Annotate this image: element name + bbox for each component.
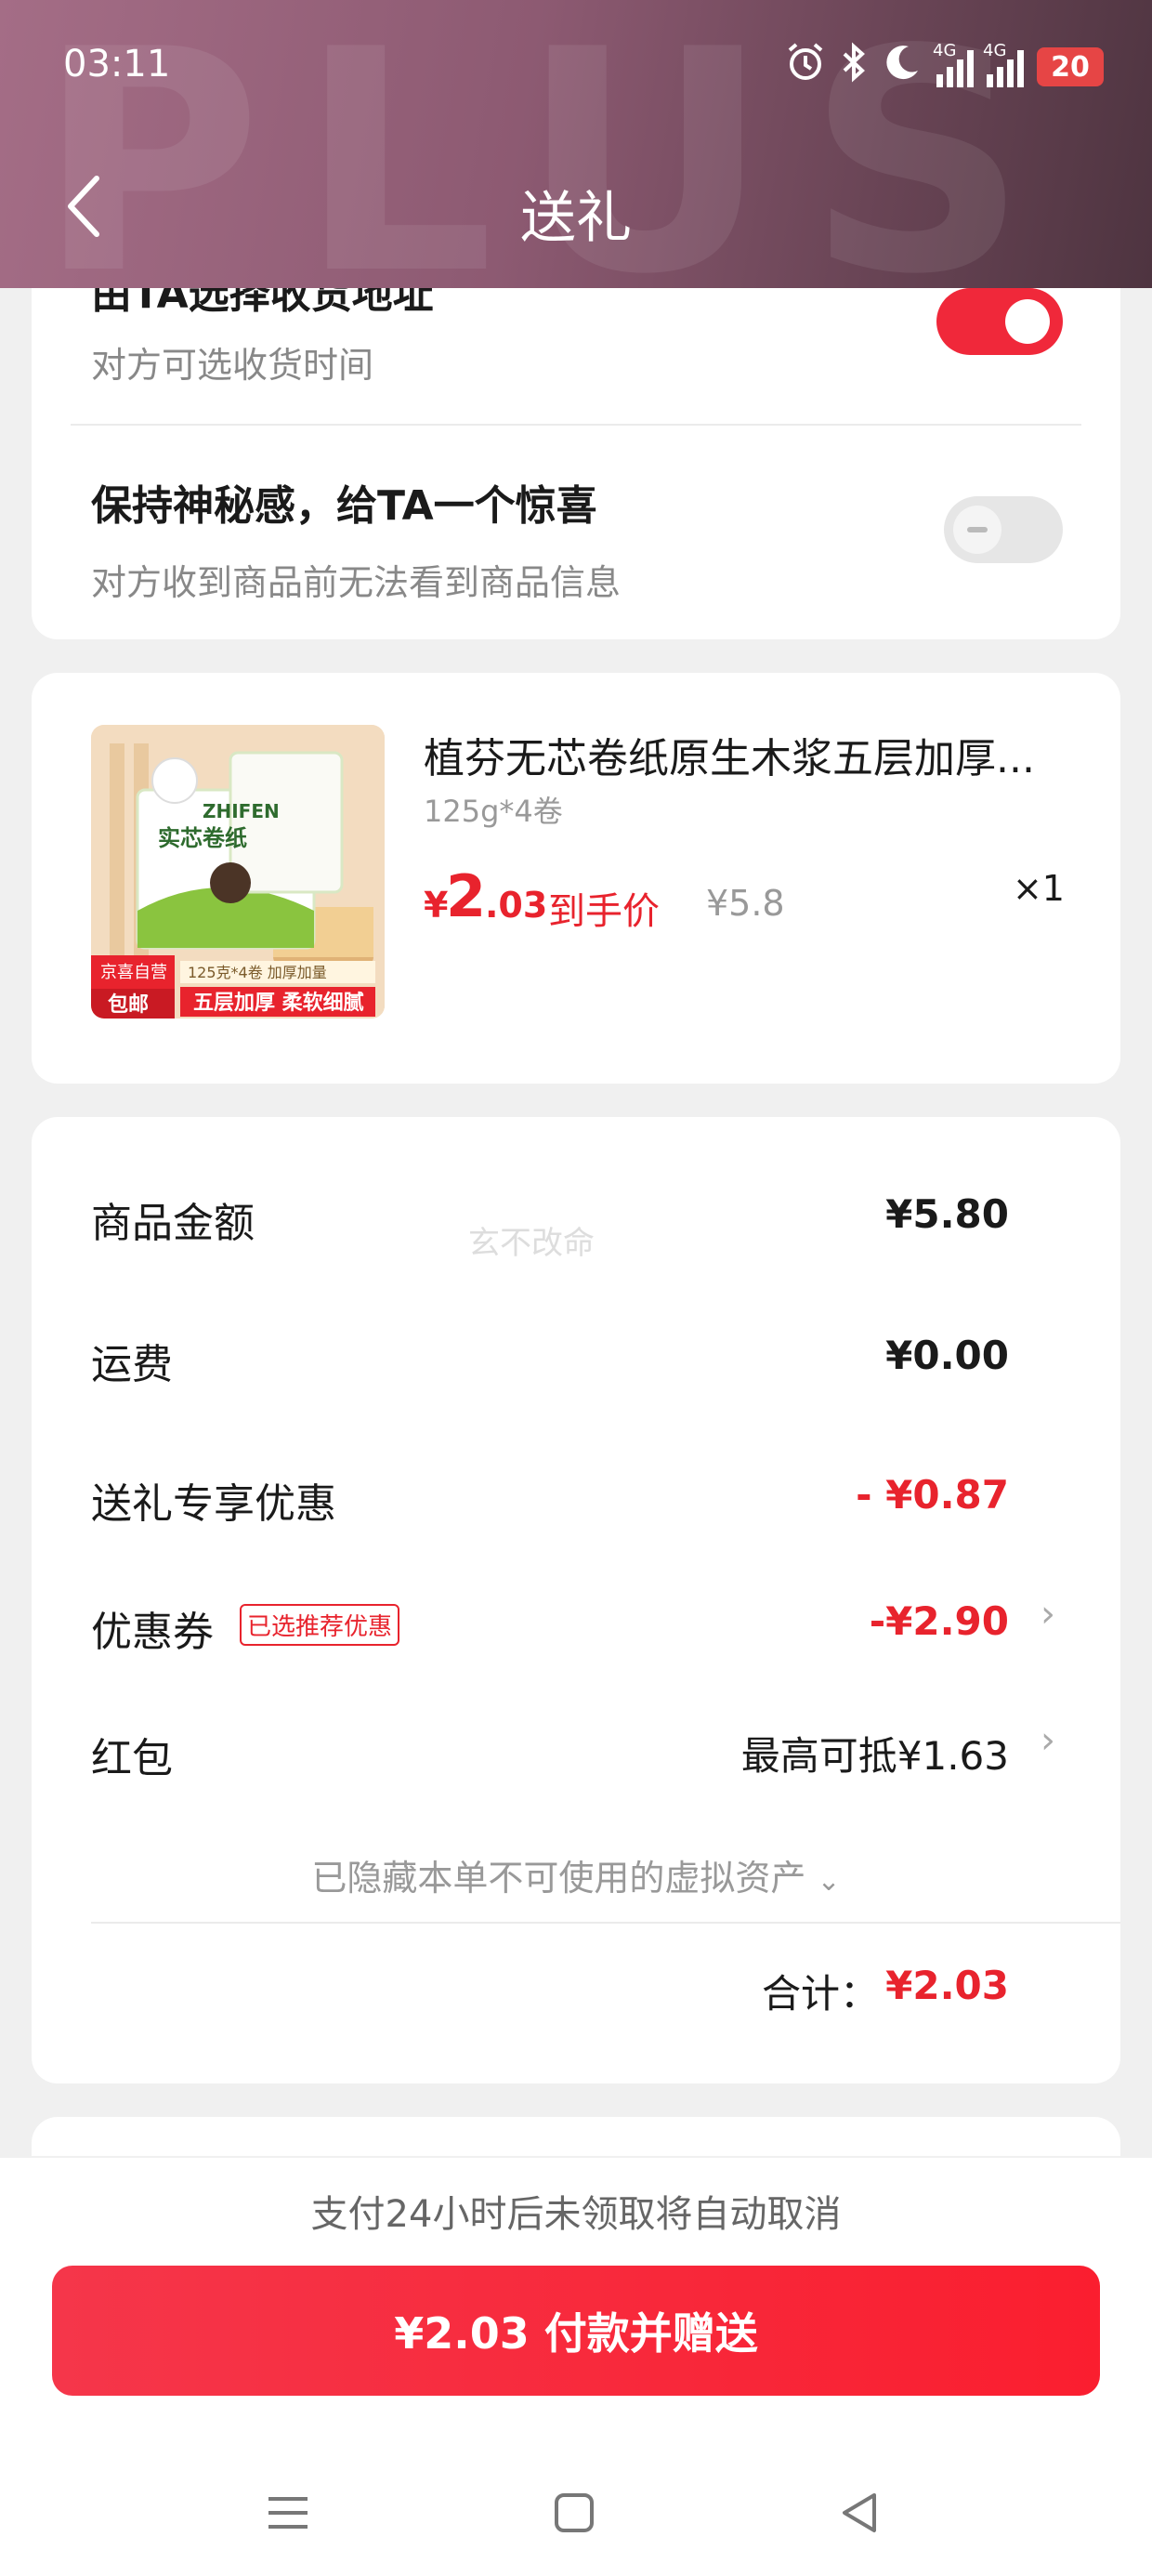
menu-icon [268,2497,308,2529]
gift-discount-label: 送礼专享优惠 [91,1480,336,1528]
battery-indicator: 20 [1037,47,1104,86]
product-badge-bottom: 包邮 [108,992,149,1017]
hidden-assets-toggle[interactable]: 已隐藏本单不可使用的虚拟资产 ⌄ [32,1849,1120,1900]
notice-bar: 支付24小时后未领取将自动取消 [0,2156,1152,2256]
total-label: 合计： [761,1971,879,2017]
header: PLUS 03:11 4G 4G 20 送礼 [0,0,1152,288]
product-illustration: ZHIFEN 实芯卷纸 京喜自营 包邮 125克*4卷 加厚加量 五层加厚 柔软… [91,725,385,1019]
divider [71,424,1081,426]
quantity: ×1 [1012,868,1065,909]
price-currency: ¥ [424,885,449,926]
address-option-subtitle: 对方可选收货时间 [91,345,374,386]
home-square-icon [555,2493,594,2532]
product-slogan: 五层加厚 柔软细腻 [193,991,364,1015]
shipping-label: 运费 [91,1341,173,1388]
hidden-assets-text: 已隐藏本单不可使用的虚拟资产 [311,1858,806,1899]
original-price: ¥5.8 [706,883,785,924]
product-label: 实芯卷纸 [158,825,247,851]
product-spec-strip: 125克*4卷 加厚加量 [188,964,327,981]
menu-nav-button[interactable] [242,2466,334,2559]
chevron-down-icon: ⌄ [817,1865,841,1898]
product-name[interactable]: 植芬无芯卷纸原生木浆五层加厚... [424,725,1074,784]
bottom-area: ¥2.03 付款并赠送 [0,2253,1152,2576]
coupon-value[interactable]: -¥2.90 [870,1598,1009,1644]
watermark-text: 玄不改命 [468,1225,595,1262]
toggle-knob [953,506,1001,554]
shipping-value: ¥0.00 [885,1333,1009,1378]
product-spec: 125g*4卷 [424,794,563,829]
divider [91,1922,1120,1924]
coupon-label[interactable]: 优惠券 [91,1598,214,1658]
price-integer: 2 [446,862,487,930]
surprise-option-title: 保持神秘感，给TA一个惊喜 [91,482,597,530]
page-title: 送礼 [520,186,632,251]
signal-icon-2: 4G [983,41,1024,87]
bluetooth-icon [840,41,868,93]
moon-icon [881,41,923,93]
hongbao-label[interactable]: 红包 [91,1725,173,1784]
gift-discount-value: - ¥0.87 [856,1472,1009,1518]
notice-text: 支付24小时后未领取将自动取消 [310,2193,842,2236]
back-nav-button[interactable] [814,2466,907,2559]
alarm-icon [784,41,827,93]
signal-icon-1: 4G [933,41,974,87]
product-brand: ZHIFEN [203,800,280,822]
product-badge-top: 京喜自营 [100,963,167,982]
chevron-right-icon[interactable]: › [1041,1593,1055,1636]
coupon-recommended-badge: 已选推荐优惠 [240,1604,400,1646]
final-price-label: 到手价 [548,890,660,933]
system-nav-bar [0,2466,1152,2559]
fee-summary-card: 玄不改命 商品金额 ¥5.80 运费 ¥0.00 送礼专享优惠 - ¥0.87 … [32,1117,1120,2083]
toggle-knob [1005,299,1050,344]
back-triangle-icon [843,2493,876,2532]
status-bar: 03:11 4G 4G 20 [0,0,1152,139]
surprise-option-subtitle: 对方收到商品前无法看到商品信息 [91,562,622,603]
home-nav-button[interactable] [528,2466,621,2559]
product-image[interactable]: ZHIFEN 实芯卷纸 京喜自营 包邮 125克*4卷 加厚加量 五层加厚 柔软… [91,725,385,1019]
status-icons: 4G 4G 20 [784,41,1104,93]
gift-options-card: 由TA选择收货地址 对方可选收货时间 保持神秘感，给TA一个惊喜 对方收到商品前… [32,232,1120,639]
network-label-2: 4G [983,41,1007,60]
product-card[interactable]: ZHIFEN 实芯卷纸 京喜自营 包邮 125克*4卷 加厚加量 五层加厚 柔软… [32,673,1120,1084]
network-label-1: 4G [933,41,957,60]
goods-amount-label: 商品金额 [91,1200,255,1247]
total-value: ¥2.03 [885,1963,1009,2008]
hongbao-value[interactable]: 最高可抵¥1.63 [741,1725,1009,1781]
surprise-toggle[interactable] [944,496,1063,563]
chevron-right-icon[interactable]: › [1041,1719,1055,1762]
address-toggle[interactable] [936,288,1063,355]
price-decimal: .03 [485,885,548,926]
status-time: 03:11 [63,43,171,85]
goods-amount-value: ¥5.80 [885,1191,1009,1237]
pay-and-gift-button[interactable]: ¥2.03 付款并赠送 [52,2266,1100,2396]
